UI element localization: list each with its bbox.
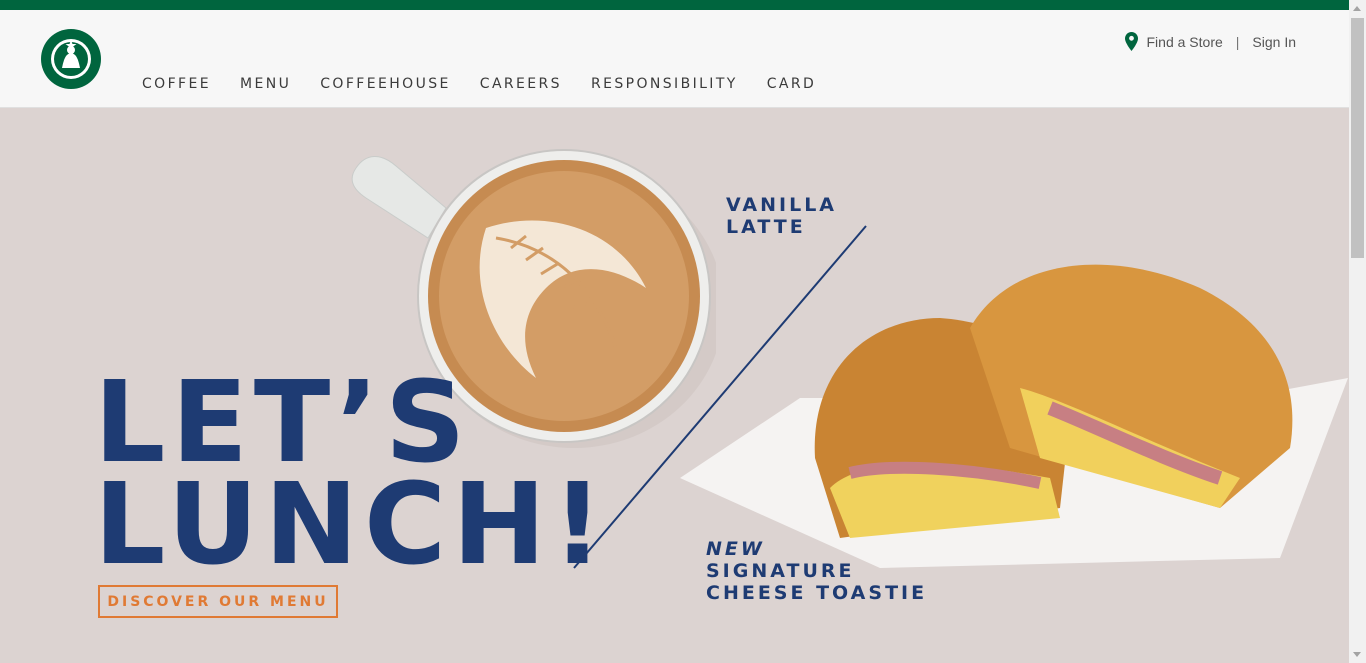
- toastie-line-1: SIGNATURE: [706, 560, 855, 582]
- latte-line-1: VANILLA: [726, 194, 838, 216]
- find-store-link[interactable]: Find a Store: [1147, 34, 1223, 50]
- site-header: COFFEE MENU COFFEEHOUSE CAREERS RESPONSI…: [0, 10, 1349, 108]
- nav-responsibility[interactable]: RESPONSIBILITY: [591, 76, 738, 92]
- nav-menu[interactable]: MENU: [240, 76, 291, 92]
- brand-top-bar: [0, 0, 1349, 10]
- hero-headline: LET’S LUNCH!: [94, 358, 610, 590]
- page-scrollbar[interactable]: [1349, 0, 1366, 663]
- discover-menu-button[interactable]: DISCOVER OUR MENU: [98, 585, 338, 618]
- starbucks-logo-icon[interactable]: [40, 28, 102, 90]
- hero-banner[interactable]: VANILLA LATTE LET’S LUNCH! DISCOVER OUR …: [0, 108, 1349, 663]
- utility-links: Find a Store | Sign In: [1124, 32, 1296, 51]
- nav-coffee[interactable]: COFFEE: [142, 76, 211, 92]
- scroll-up-icon[interactable]: [1353, 6, 1361, 11]
- location-pin-icon: [1124, 32, 1138, 51]
- nav-card[interactable]: CARD: [767, 76, 816, 92]
- toastie-new-tag: NEW: [706, 538, 765, 560]
- toastie-line-2: CHEESE TOASTIE: [706, 582, 928, 604]
- scroll-thumb[interactable]: [1351, 18, 1364, 258]
- vanilla-latte-label: VANILLA LATTE: [726, 194, 837, 238]
- headline-line-1: LET’S: [94, 358, 472, 488]
- sign-in-link[interactable]: Sign In: [1252, 34, 1296, 50]
- latte-line-2: LATTE: [726, 216, 806, 238]
- main-nav: COFFEE MENU COFFEEHOUSE CAREERS RESPONSI…: [142, 76, 845, 92]
- utility-separator: |: [1235, 33, 1240, 50]
- toastie-label: NEW SIGNATURE CHEESE TOASTIE: [706, 538, 927, 604]
- nav-careers[interactable]: CAREERS: [480, 76, 562, 92]
- cheese-toastie-image: [680, 264, 1348, 568]
- nav-coffeehouse[interactable]: COFFEEHOUSE: [320, 76, 451, 92]
- headline-line-2: LUNCH!: [94, 460, 610, 590]
- scroll-down-icon[interactable]: [1353, 652, 1361, 657]
